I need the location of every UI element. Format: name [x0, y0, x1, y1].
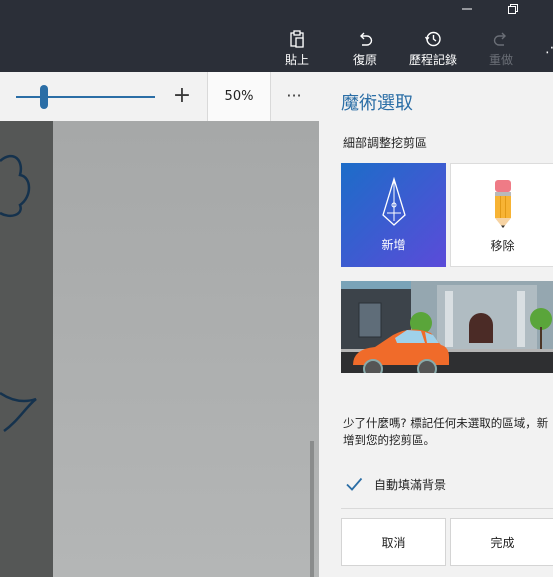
done-button[interactable]: 完成 — [450, 518, 553, 566]
add-tool-label: 新增 — [381, 238, 406, 252]
divider — [341, 508, 553, 509]
command-bar: 貼上 復原 歷程記錄 重做 ⋰ — [0, 0, 553, 72]
preview-image — [341, 281, 553, 373]
paste-label: 貼上 — [284, 53, 309, 67]
panel-subtitle: 細部調整挖剪區 — [343, 136, 428, 150]
remove-tool-tile[interactable]: 移除 — [450, 163, 553, 267]
history-button[interactable]: 歷程記錄 — [403, 30, 463, 68]
eraser-pencil-icon — [494, 180, 511, 228]
redo-button[interactable]: 重做 — [471, 30, 531, 68]
zoom-percentage[interactable]: 50% — [208, 72, 270, 121]
history-label: 歷程記錄 — [408, 53, 457, 67]
hint-line: 少了什麼嗎? 標記任何未選取的區域，新 — [343, 416, 549, 430]
redo-label: 重做 — [488, 53, 513, 67]
paste-icon — [290, 30, 304, 48]
undo-button[interactable]: 復原 — [335, 30, 395, 68]
auto-fill-background-checkbox[interactable]: 自動填滿背景 — [343, 473, 543, 495]
undo-icon — [360, 32, 373, 46]
restore-button[interactable] — [490, 0, 536, 18]
undo-label: 復原 — [352, 53, 377, 67]
pen-add-icon — [381, 177, 406, 226]
minimize-button[interactable] — [444, 0, 490, 18]
canvas-more-button[interactable]: ··· — [278, 84, 310, 108]
hint-text: 少了什麼嗎? 標記任何未選取的區域，新 增到您的挖剪區。 — [343, 415, 553, 449]
add-tool-tile[interactable]: 新增 — [341, 163, 446, 267]
car-street-illustration — [341, 281, 553, 373]
cancel-button[interactable]: 取消 — [341, 518, 446, 566]
zoom-in-button[interactable]: + — [172, 85, 192, 107]
restore-icon — [508, 4, 518, 14]
magic-select-panel: 魔術選取 細部調整挖剪區 新增 移除 少了什麼嗎? 標記任何未選取的區域，新 增… — [319, 72, 553, 577]
panel-title: 魔術選取 — [341, 93, 413, 114]
cloud-outline-icon — [0, 154, 37, 433]
redo-icon — [493, 32, 506, 46]
vertical-scrollbar[interactable] — [310, 441, 314, 577]
canvas[interactable] — [0, 121, 319, 577]
zoom-slider-thumb[interactable] — [39, 85, 48, 109]
remove-tool-label: 移除 — [490, 239, 515, 253]
zoom-bar: + 50% ··· — [0, 72, 319, 121]
canvas-image — [53, 121, 319, 577]
canvas-background — [0, 121, 53, 577]
more-commands-icon[interactable]: ⋰ — [545, 40, 553, 56]
divider — [270, 72, 271, 121]
hint-line: 增到您的挖剪區。 — [343, 433, 435, 447]
auto-fill-label: 自動填滿背景 — [374, 478, 447, 492]
checkmark-icon[interactable] — [343, 473, 365, 495]
zoom-slider-track[interactable] — [16, 96, 155, 98]
minimize-icon — [462, 8, 472, 10]
history-icon — [424, 31, 441, 47]
paste-button[interactable]: 貼上 — [267, 30, 327, 68]
